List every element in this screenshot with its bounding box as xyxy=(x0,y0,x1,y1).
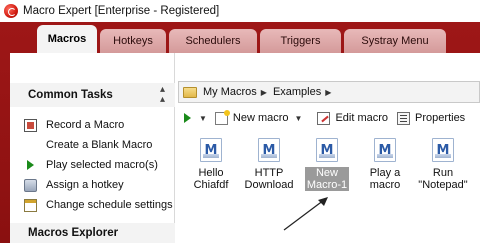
title-bar: Macro Expert [Enterprise - Registered] xyxy=(0,0,480,22)
edit-macro-label: Edit macro xyxy=(335,112,389,124)
macro-file-item[interactable]: M Hello Chiafdf xyxy=(178,138,244,191)
task-record-macro[interactable]: Record a Macro xyxy=(10,115,175,135)
macro-file-item[interactable]: M HTTP Download xyxy=(236,138,302,191)
annotation-arrow-icon xyxy=(283,197,328,231)
macro-file-label: HTTP Download xyxy=(244,167,294,191)
macro-file-item[interactable]: M Play a macro xyxy=(352,138,418,191)
main-tabs: Macros Hotkeys Schedulers Triggers Systr… xyxy=(37,25,449,53)
edit-icon xyxy=(317,111,331,125)
task-label: Assign a hotkey xyxy=(46,179,124,191)
tab-triggers[interactable]: Triggers xyxy=(260,29,341,53)
calendar-icon xyxy=(24,198,37,212)
task-assign-hotkey[interactable]: Assign a hotkey xyxy=(10,175,175,195)
macro-file-label: Play a macro xyxy=(369,167,401,191)
macro-file-icon: M xyxy=(200,138,222,162)
tab-systray-menu[interactable]: Systray Menu xyxy=(344,29,446,53)
new-macro-dropdown-icon[interactable]: ▼ xyxy=(295,114,303,123)
task-create-blank-macro[interactable]: Create a Blank Macro xyxy=(10,135,175,155)
macro-file-icon: M xyxy=(432,138,454,162)
macro-file-label: Hello Chiafdf xyxy=(193,167,229,191)
new-document-icon xyxy=(214,109,230,125)
new-macro-label: New macro xyxy=(232,112,289,124)
keyboard-icon xyxy=(24,178,37,192)
tab-hotkeys[interactable]: Hotkeys xyxy=(100,29,166,53)
play-dropdown-icon[interactable]: ▼ xyxy=(199,114,207,123)
common-tasks-title: Common Tasks xyxy=(28,89,113,101)
task-change-schedule[interactable]: Change schedule settings xyxy=(10,195,175,215)
macros-explorer-header[interactable]: Macros Explorer xyxy=(10,223,175,243)
task-label: Change schedule settings xyxy=(46,199,173,211)
macro-file-label: Run "Notepad" xyxy=(418,167,468,191)
tab-schedulers[interactable]: Schedulers xyxy=(169,29,257,53)
task-pane: Common Tasks ▴ ▴ Record a Macro Create a … xyxy=(10,53,175,243)
macro-file-icon: M xyxy=(374,138,396,162)
properties-label: Properties xyxy=(415,112,466,124)
macro-file-icon: M xyxy=(316,138,338,162)
task-play-selected[interactable]: Play selected macro(s) xyxy=(10,155,175,175)
play-button-icon[interactable] xyxy=(184,113,191,123)
folder-icon xyxy=(183,86,197,98)
macros-explorer-title: Macros Explorer xyxy=(28,227,119,239)
properties-button[interactable]: Properties xyxy=(397,111,466,125)
properties-icon xyxy=(397,111,411,125)
play-icon xyxy=(27,160,34,170)
breadcrumb-examples[interactable]: Examples xyxy=(273,86,321,98)
breadcrumb: My Macros ▶ Examples ▶ xyxy=(178,81,480,103)
window-title: Macro Expert [Enterprise - Registered] xyxy=(23,5,220,17)
task-label: Create a Blank Macro xyxy=(46,139,153,151)
record-icon xyxy=(24,118,37,132)
common-tasks-header[interactable]: Common Tasks ▴ ▴ xyxy=(10,83,175,107)
breadcrumb-arrow-icon[interactable]: ▶ xyxy=(261,88,267,97)
tab-macros[interactable]: Macros xyxy=(37,25,97,53)
breadcrumb-arrow-icon[interactable]: ▶ xyxy=(325,88,331,97)
new-macro-button[interactable]: New macro ▼ xyxy=(214,109,303,125)
toolbar: ▼ New macro ▼ Edit macro Properties xyxy=(178,106,480,130)
task-list: Record a Macro Create a Blank Macro Play… xyxy=(10,115,175,215)
breadcrumb-my-macros[interactable]: My Macros xyxy=(203,86,257,98)
blank-icon xyxy=(24,139,37,152)
macro-file-item-selected[interactable]: M New Macro-1 xyxy=(294,138,360,191)
macro-file-icon: M xyxy=(258,138,280,162)
edit-macro-button[interactable]: Edit macro xyxy=(317,111,389,125)
app-logo-icon xyxy=(4,4,18,18)
task-label: Record a Macro xyxy=(46,119,125,131)
macro-file-item[interactable]: M Run "Notepad" xyxy=(410,138,476,191)
collapse-chevron-icon[interactable]: ▴ ▴ xyxy=(160,85,165,105)
main-content: Common Tasks ▴ ▴ Record a Macro Create a … xyxy=(10,53,480,243)
task-label: Play selected macro(s) xyxy=(46,159,158,171)
macro-file-label: New Macro-1 xyxy=(304,167,350,191)
